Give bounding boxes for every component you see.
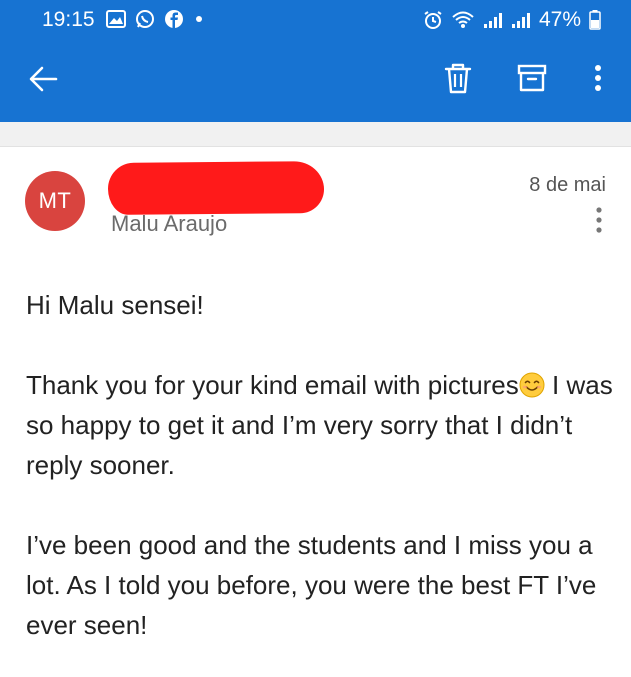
paragraph-1-part-a: Thank you for your kind email with pictu…	[26, 370, 519, 400]
gallery-icon	[106, 10, 126, 28]
archive-icon[interactable]	[514, 60, 550, 96]
message-greeting: Hi Malu sensei!	[26, 290, 204, 320]
redaction-mark	[107, 161, 325, 215]
smiling-emoji-icon	[519, 372, 545, 398]
status-time: 19:15	[42, 8, 95, 31]
message-paragraph-2: I’ve been good and the students and I mi…	[26, 530, 597, 640]
signal-icon	[483, 13, 502, 28]
sender-name[interactable]: Malu Araujo	[111, 211, 227, 237]
notification-icons	[106, 9, 205, 29]
message-body: Hi Malu sensei! Thank you for your kind …	[26, 285, 616, 645]
trash-icon[interactable]	[440, 60, 476, 96]
signal-icon	[511, 13, 530, 28]
wifi-icon	[452, 11, 474, 28]
battery-percent: 47%	[538, 8, 581, 31]
message-date: 8 de mai	[529, 174, 606, 196]
battery-icon	[589, 10, 601, 30]
status-bar: 19:15 47%	[0, 0, 631, 38]
message-more-icon[interactable]	[592, 205, 606, 235]
alarm-icon	[424, 11, 442, 29]
whatsapp-icon	[136, 10, 154, 28]
header-divider	[0, 122, 631, 147]
facebook-icon	[165, 10, 183, 28]
sender-avatar[interactable]: MT	[25, 171, 85, 231]
dot-icon	[196, 16, 202, 22]
system-status: 47%	[423, 8, 601, 32]
top-app-bar: 19:15 47%	[0, 0, 631, 122]
back-arrow-icon[interactable]	[26, 62, 60, 96]
message-paragraph-1: Thank you for your kind email with pictu…	[26, 365, 616, 485]
more-vertical-icon[interactable]	[580, 60, 616, 96]
